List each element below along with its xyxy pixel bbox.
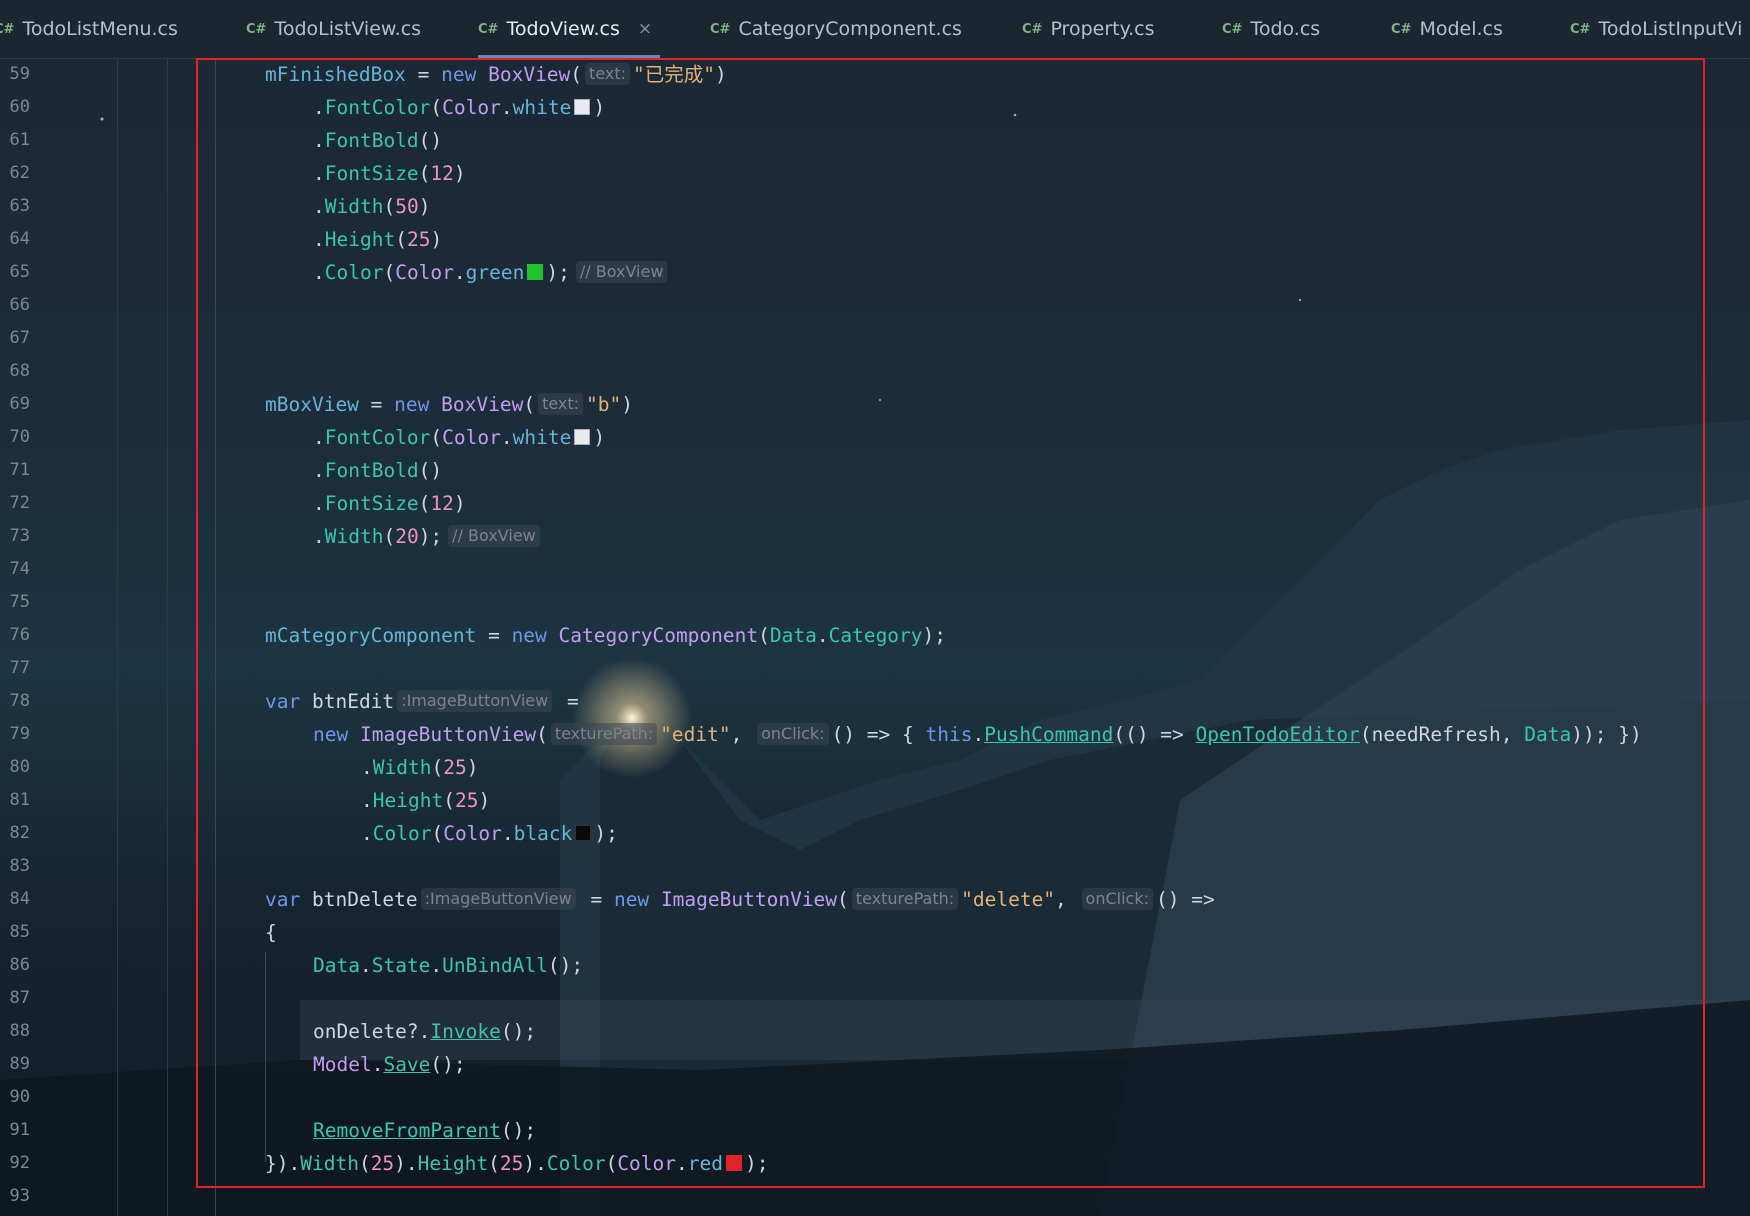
line-number: 60 (9, 97, 30, 117)
line-number: 70 (9, 427, 30, 447)
tab-property[interactable]: C# Property.cs (1022, 0, 1155, 58)
line-number: 85 (9, 922, 30, 942)
editor-tab-bar: C# TodoListMenu.cs C# TodoListView.cs C# To… (0, 0, 1750, 59)
tab-todolistinputview[interactable]: C# TodoListInputVi (1570, 0, 1742, 58)
csharp-file-icon: C# (710, 21, 731, 37)
line-number: 92 (9, 1153, 30, 1173)
line-number: 82 (9, 823, 30, 843)
tab-label: TodoListInputVi (1598, 18, 1743, 40)
line-number: 88 (9, 1021, 30, 1041)
tab-model[interactable]: C# Model.cs (1391, 0, 1503, 58)
line-number: 81 (9, 790, 30, 810)
csharp-file-icon: C# (1222, 21, 1243, 37)
line-number: 91 (9, 1120, 30, 1140)
line-number: 83 (9, 856, 30, 876)
close-icon[interactable]: × (638, 19, 652, 39)
line-number: 77 (9, 658, 30, 678)
csharp-file-icon: C# (1391, 21, 1412, 37)
csharp-file-icon: C# (0, 21, 15, 37)
line-number: 64 (9, 229, 30, 249)
line-number: 66 (9, 295, 30, 315)
line-number: 84 (9, 889, 30, 909)
line-number: 74 (9, 559, 30, 579)
line-number: 86 (9, 955, 30, 975)
tab-todoview[interactable]: C# TodoView.cs × (478, 0, 661, 58)
line-number: 68 (9, 361, 30, 381)
line-number: 79 (9, 724, 30, 744)
line-number: 87 (9, 988, 30, 1008)
tab-label: Property.cs (1050, 18, 1155, 40)
line-number: 67 (9, 328, 30, 348)
csharp-file-icon: C# (478, 21, 499, 37)
csharp-file-icon: C# (1022, 21, 1043, 37)
line-number: 78 (9, 691, 30, 711)
line-number: 75 (9, 592, 30, 612)
line-number: 59 (9, 64, 30, 84)
line-number: 61 (9, 130, 30, 150)
csharp-file-icon: C# (246, 21, 267, 37)
tab-label: TodoView.cs (506, 18, 620, 40)
tab-label: TodoListMenu.cs (22, 18, 178, 40)
tab-label: Model.cs (1419, 18, 1503, 40)
csharp-file-icon: C# (1570, 21, 1591, 37)
line-number: 73 (9, 526, 30, 546)
line-number: 71 (9, 460, 30, 480)
line-number: 89 (9, 1054, 30, 1074)
tab-todolistmenu[interactable]: C# TodoListMenu.cs (0, 0, 178, 58)
line-number: 76 (9, 625, 30, 645)
line-number: 90 (9, 1087, 30, 1107)
line-number: 93 (9, 1186, 30, 1206)
highlight-box (196, 58, 1705, 1188)
line-number: 69 (9, 394, 30, 414)
line-number: 72 (9, 493, 30, 513)
tab-label: TodoListView.cs (274, 18, 422, 40)
line-number: 65 (9, 262, 30, 282)
tab-todolistview[interactable]: C# TodoListView.cs (246, 0, 421, 58)
tab-todo[interactable]: C# Todo.cs (1222, 0, 1320, 58)
tab-label: Todo.cs (1250, 18, 1321, 40)
line-number: 80 (9, 757, 30, 777)
line-number: 62 (9, 163, 30, 183)
tab-categorycomponent[interactable]: C# CategoryComponent.cs (710, 0, 962, 58)
tab-label: CategoryComponent.cs (738, 18, 962, 40)
line-number: 63 (9, 196, 30, 216)
